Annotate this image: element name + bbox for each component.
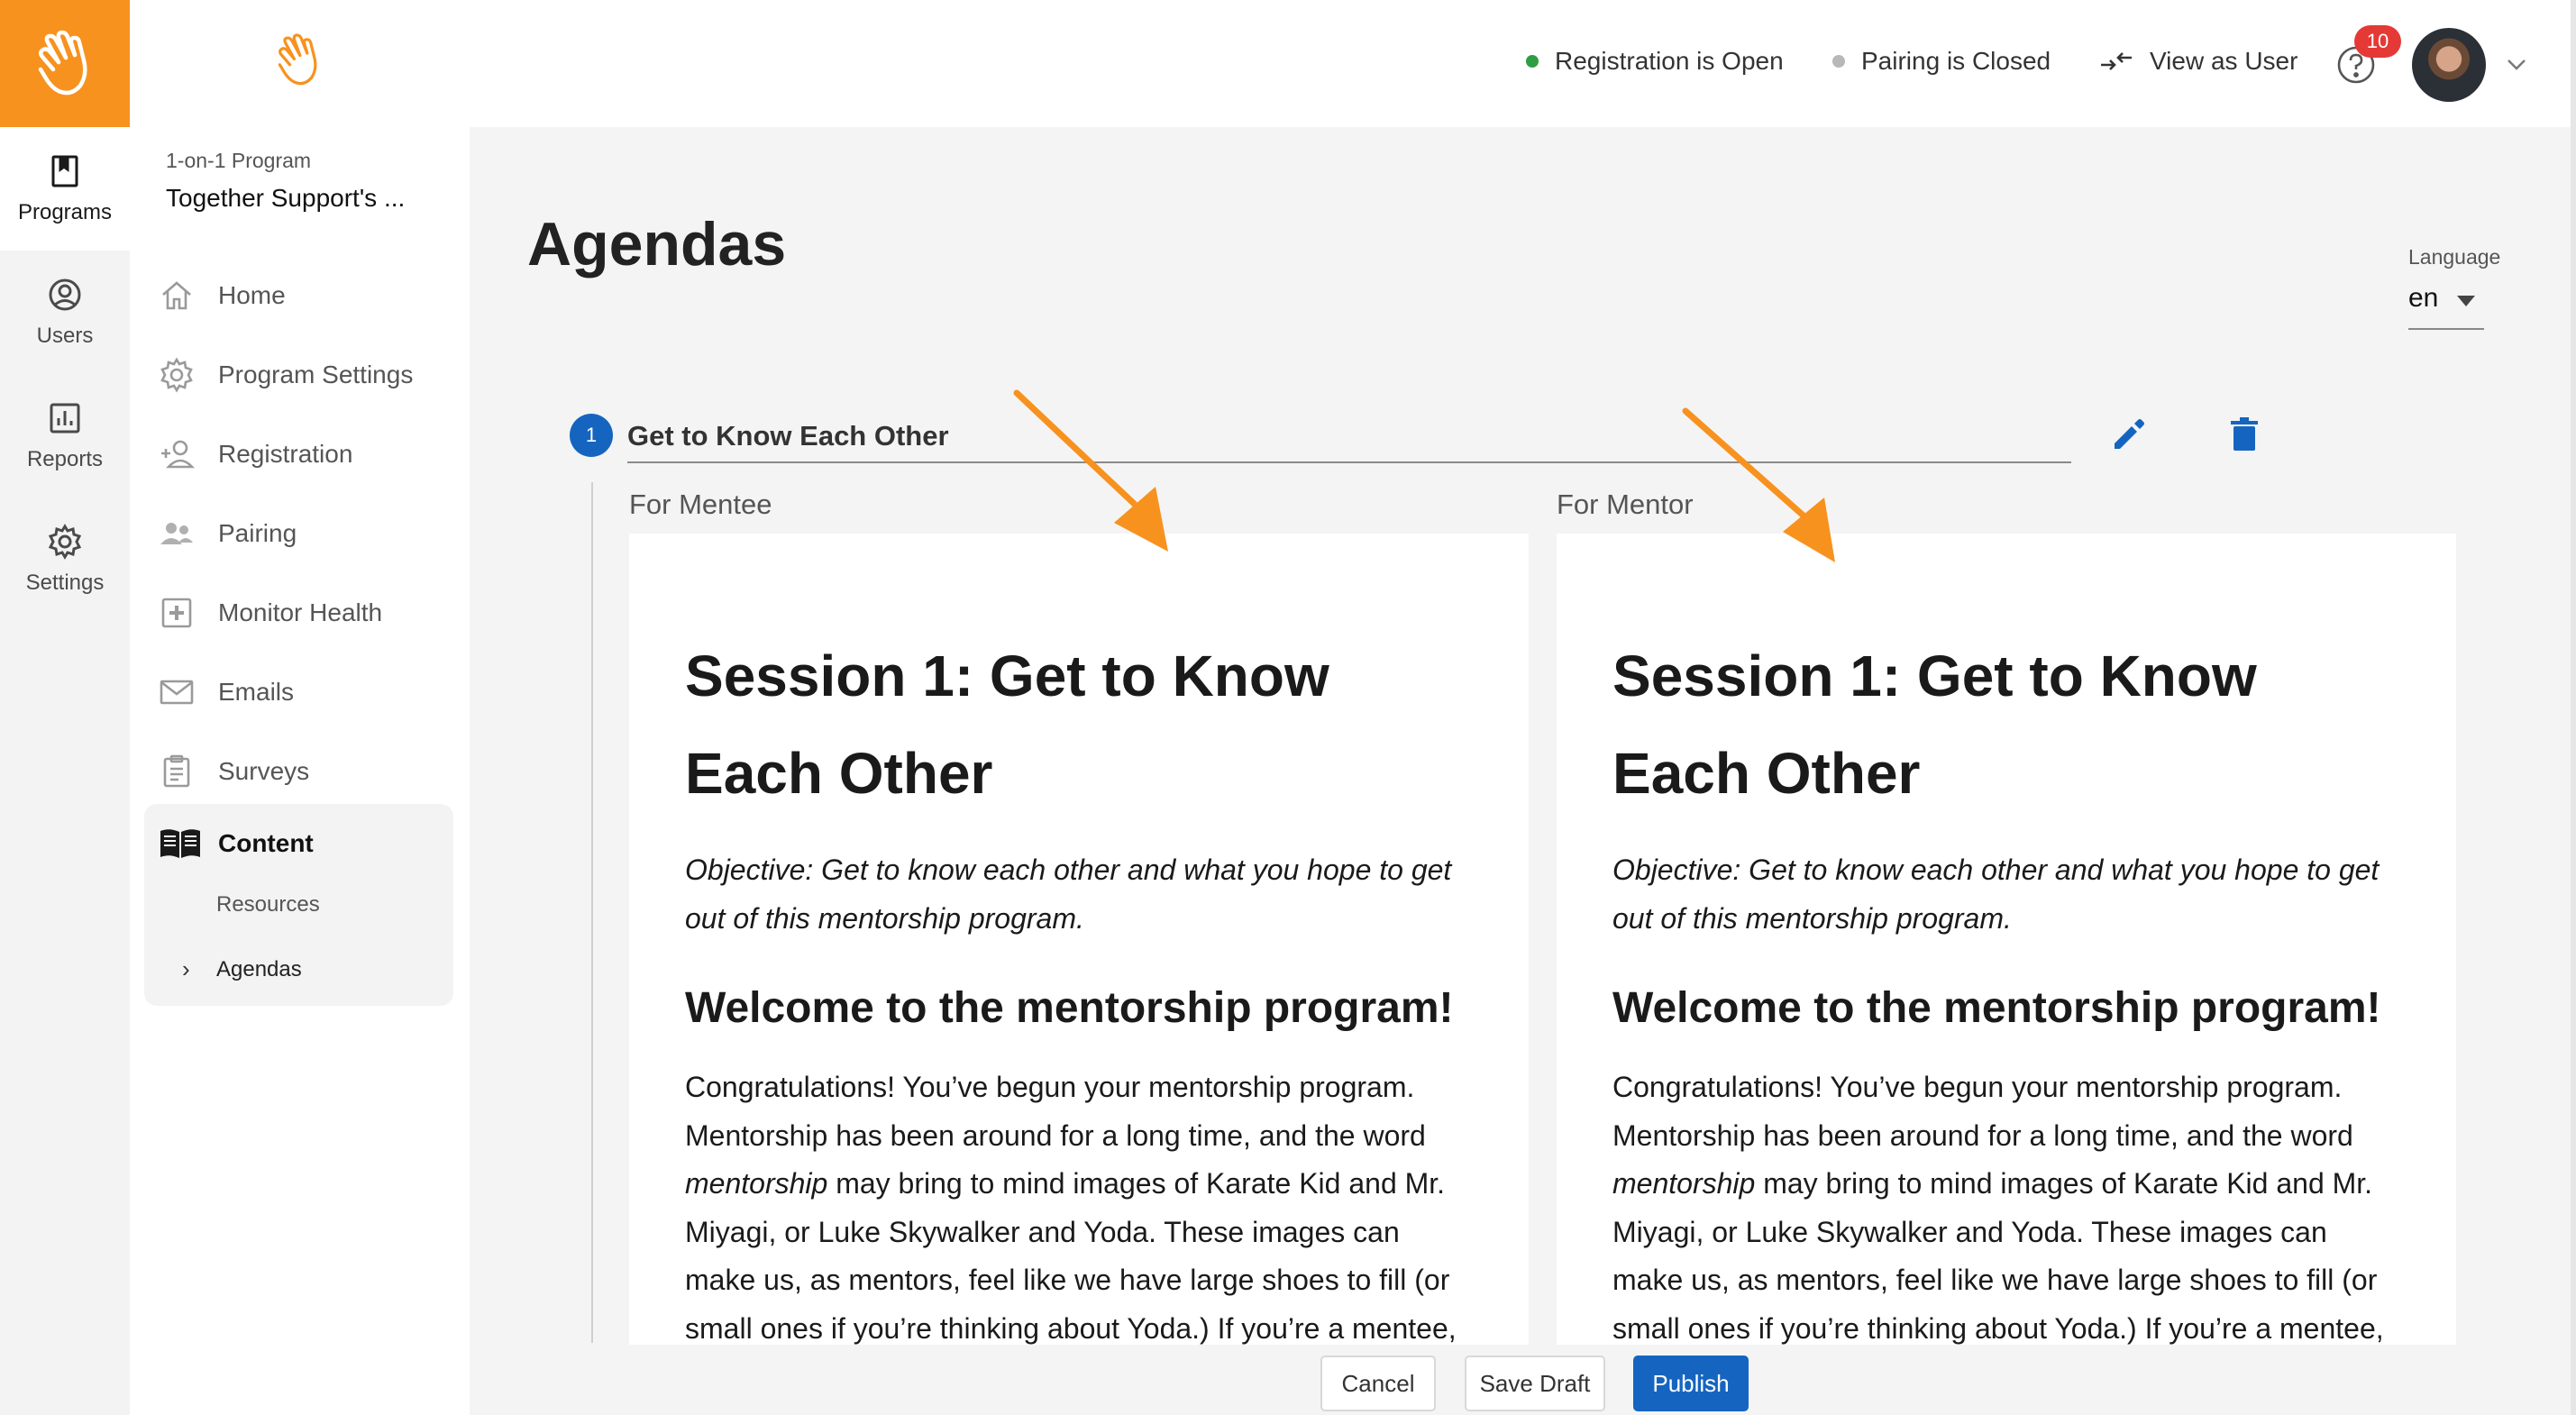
- sidebar-item-home[interactable]: Home: [157, 256, 445, 335]
- edit-icon[interactable]: [2107, 413, 2151, 456]
- plus-square-icon: [161, 598, 192, 628]
- envelope-icon: [160, 680, 194, 705]
- body-text: Congratulations! You’ve begun your mento…: [685, 1071, 1426, 1152]
- pair-users-icon: [160, 523, 193, 544]
- bookmark-book-icon: [51, 155, 78, 187]
- registration-status-text: Registration is Open: [1555, 47, 1784, 75]
- sidebar-item-label: Monitor Health: [218, 598, 383, 626]
- body-emphasis: mentorship: [685, 1167, 828, 1200]
- chevron-down-icon[interactable]: [2505, 52, 2528, 76]
- registration-status: Registration is Open: [1526, 47, 1784, 76]
- rail-item-settings[interactable]: Settings: [0, 498, 130, 621]
- save-draft-button[interactable]: Save Draft: [1465, 1356, 1605, 1411]
- language-select[interactable]: en: [2408, 283, 2484, 330]
- sidebar-item-registration[interactable]: Registration: [157, 415, 445, 494]
- gear-icon: [160, 357, 193, 393]
- sidebar-item-label: Registration: [218, 440, 353, 468]
- body-text: Congratulations! You’ve begun your mento…: [1612, 1071, 2353, 1152]
- program-type: 1-on-1 Program: [166, 149, 312, 172]
- sidebar-item-label: Content: [218, 829, 314, 857]
- rail-item-label: Settings: [25, 570, 105, 595]
- sidebar-item-content[interactable]: Content: [159, 820, 314, 867]
- sidebar-item-label: Pairing: [218, 519, 297, 547]
- sidebar-item-pairing[interactable]: Pairing: [157, 494, 445, 573]
- add-user-icon: [161, 440, 195, 469]
- session-subheading: Welcome to the mentorship program!: [685, 984, 1454, 1032]
- avatar[interactable]: [2412, 28, 2486, 102]
- pairing-status: Pairing is Closed: [1832, 47, 2051, 76]
- swap-arrows-icon: [2101, 52, 2132, 70]
- top-bar: Registration is Open Pairing is Closed V…: [470, 0, 2576, 127]
- sidebar-subitem-resources[interactable]: Resources: [216, 892, 320, 917]
- view-as-user-label: View as User: [2150, 47, 2298, 75]
- clipboard-icon: [163, 754, 190, 788]
- trash-icon[interactable]: [2223, 413, 2266, 456]
- mentee-column-label: For Mentee: [629, 488, 772, 520]
- dropdown-caret-icon: [2457, 296, 2475, 306]
- mentor-column-label: For Mentor: [1557, 488, 1694, 520]
- user-circle-icon: [49, 278, 81, 310]
- sidebar-item-monitor-health[interactable]: Monitor Health: [157, 573, 445, 653]
- publish-button[interactable]: Publish: [1633, 1356, 1749, 1411]
- sidebar-item-label: Emails: [218, 678, 295, 706]
- rail-item-users[interactable]: Users: [0, 251, 130, 374]
- session-objective: Objective: Get to know each other and wh…: [1612, 854, 2380, 935]
- session-body: Congratulations! You’ve begun your mento…: [1612, 1064, 2400, 1345]
- session-body: Congratulations! You’ve begun your mento…: [685, 1064, 1473, 1345]
- sidebar-item-program-settings[interactable]: Program Settings: [157, 335, 445, 415]
- pairing-status-text: Pairing is Closed: [1861, 47, 2051, 75]
- sidebar-item-label: Program Settings: [218, 361, 414, 388]
- home-icon: [162, 281, 191, 310]
- cancel-button[interactable]: Cancel: [1320, 1356, 1436, 1411]
- program-sidebar: 1-on-1 Program Together Support's ... Ho…: [130, 0, 470, 1415]
- waving-hand-icon: [38, 30, 87, 95]
- session-objective: Objective: Get to know each other and wh…: [685, 854, 1452, 935]
- language-value: en: [2408, 283, 2439, 313]
- program-name[interactable]: Together Support's ...: [166, 184, 405, 213]
- waving-hand-icon: [278, 33, 317, 86]
- status-dot-icon: [1526, 55, 1539, 68]
- rail-item-label: Users: [36, 323, 94, 348]
- sidebar-group-content: Content Resources › Agendas: [144, 804, 453, 1006]
- bar-chart-icon: [50, 403, 80, 433]
- body-emphasis: mentorship: [1612, 1167, 1756, 1200]
- mentee-content-editor[interactable]: Session 1: Get to Know Each Other Object…: [629, 534, 1529, 1345]
- open-book-icon: [160, 829, 200, 858]
- rail-item-programs[interactable]: Programs: [0, 127, 130, 251]
- sidebar-item-surveys[interactable]: Surveys: [157, 732, 445, 811]
- rail-item-label: Programs: [17, 199, 113, 224]
- session-heading: Session 1: Get to Know Each Other: [685, 644, 1329, 806]
- session-heading: Session 1: Get to Know Each Other: [1612, 644, 2257, 806]
- chevron-right-icon: ›: [182, 955, 190, 982]
- page-title: Agendas: [527, 210, 787, 278]
- session-subheading: Welcome to the mentorship program!: [1612, 984, 2381, 1032]
- rail-item-reports[interactable]: Reports: [0, 374, 130, 498]
- gear-icon: [48, 523, 82, 560]
- sidebar-item-label: Surveys: [218, 757, 310, 785]
- agenda-step-number: 1: [570, 414, 613, 457]
- sidebar-item-emails[interactable]: Emails: [157, 653, 445, 732]
- sidebar-subitem-agendas[interactable]: Agendas: [216, 957, 302, 982]
- language-label: Language: [2408, 245, 2501, 269]
- program-nav: Home Program Settings Registration Pairi…: [157, 256, 445, 811]
- sidebar-item-label: Home: [218, 281, 286, 309]
- mentor-content-editor[interactable]: Session 1: Get to Know Each Other Object…: [1557, 534, 2456, 1345]
- view-as-user-button[interactable]: View as User: [2099, 47, 2297, 76]
- app-logo[interactable]: [0, 0, 130, 127]
- app-rail: Programs Users Reports Settings: [0, 0, 130, 1415]
- agenda-step-connector: [591, 482, 593, 1343]
- rail-item-label: Reports: [26, 446, 104, 471]
- window-edge: [2571, 0, 2576, 1415]
- notification-badge: 10: [2354, 25, 2401, 58]
- status-dot-icon: [1832, 55, 1845, 68]
- agenda-title-field[interactable]: Get to Know Each Other: [627, 411, 2071, 463]
